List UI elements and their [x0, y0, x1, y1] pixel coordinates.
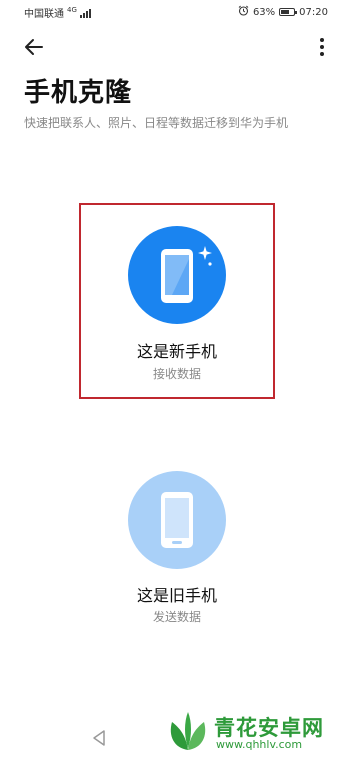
watermark: 青花安卓网 www.qhhlv.com: [164, 708, 344, 754]
page-subtitle: 快速把联系人、照片、日程等数据迁移到华为手机: [24, 116, 289, 130]
phone-old-icon: [161, 492, 193, 548]
new-phone-option[interactable]: 这是新手机 接收数据: [79, 203, 275, 399]
watermark-url: www.qhhlv.com: [216, 738, 303, 751]
nav-back-triangle-icon: [93, 730, 105, 746]
old-phone-sublabel: 发送数据: [152, 610, 201, 624]
status-left: 中国联通 4G: [24, 5, 91, 20]
leaf-logo-icon: [170, 712, 206, 750]
alarm-icon: [238, 5, 249, 19]
nav-back-button[interactable]: [88, 726, 110, 750]
status-bar: 中国联通 4G 63% 07:20: [0, 0, 350, 24]
battery-percent: 63%: [252, 6, 276, 18]
network-type: 4G: [67, 5, 77, 14]
carrier-name: 中国联通: [24, 9, 64, 20]
battery-icon: [279, 8, 298, 16]
old-phone-option[interactable]: 这是旧手机 发送数据: [79, 460, 275, 640]
new-phone-circle: [128, 226, 226, 324]
phone-sparkle-icon: [161, 246, 212, 303]
clock-time: 07:20: [299, 6, 328, 18]
new-phone-sublabel: 接收数据: [152, 367, 201, 381]
more-vertical-icon: [320, 38, 324, 56]
back-button[interactable]: [18, 34, 50, 60]
old-phone-label: 这是旧手机: [136, 586, 217, 605]
page-title: 手机克隆: [24, 78, 133, 108]
new-phone-label: 这是新手机: [136, 342, 217, 361]
arrow-left-icon: [25, 39, 43, 55]
signal-icon: [79, 8, 91, 18]
status-right: 63% 07:20: [238, 5, 328, 19]
old-phone-circle: [128, 471, 226, 569]
more-options-button[interactable]: [312, 34, 332, 60]
